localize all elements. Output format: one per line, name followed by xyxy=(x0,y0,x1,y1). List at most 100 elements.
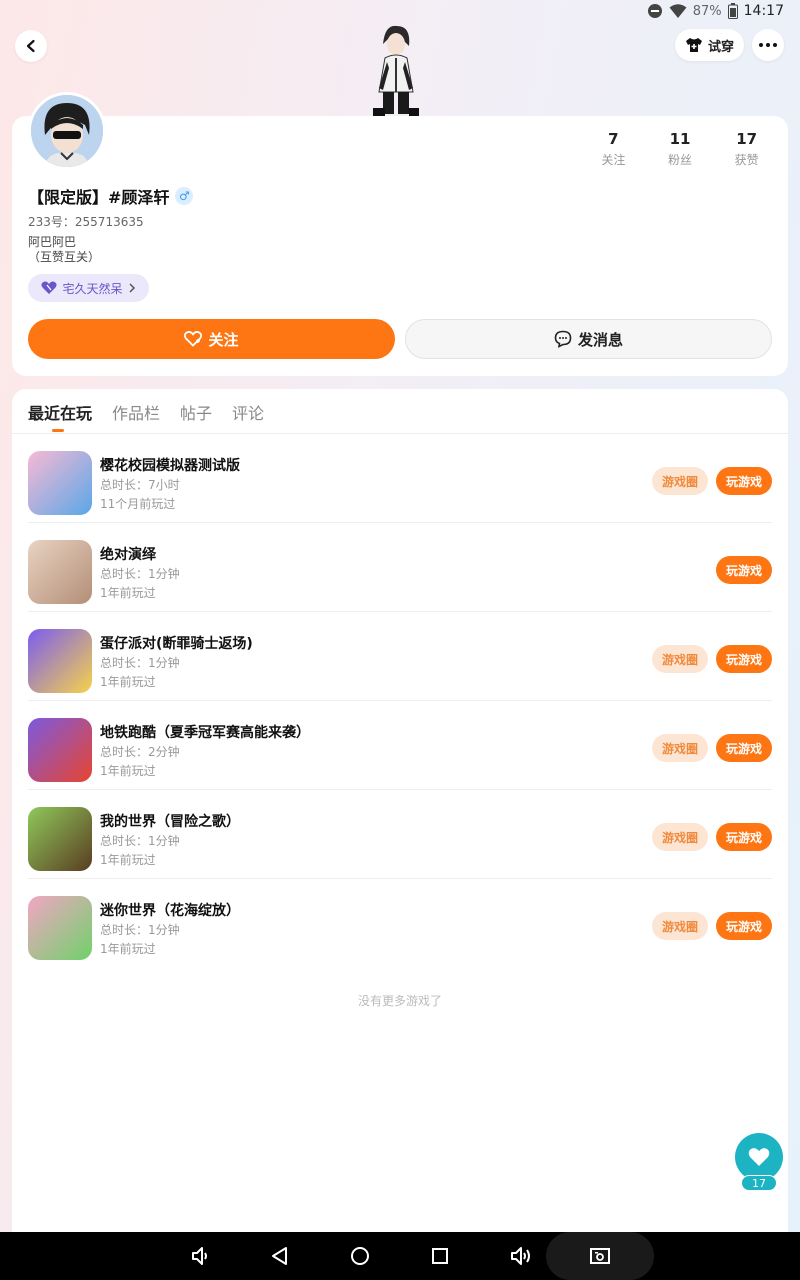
system-navigation-bar xyxy=(0,1232,800,1280)
play-game-button[interactable]: 玩游戏 xyxy=(716,556,772,584)
game-last-played: 1年前玩过 xyxy=(100,942,156,956)
play-game-button[interactable]: 玩游戏 xyxy=(716,645,772,673)
message-label: 发消息 xyxy=(577,330,623,349)
game-duration: 总时长：7小时 xyxy=(100,478,180,492)
send-message-button[interactable]: 发消息 xyxy=(405,319,772,359)
tab-works[interactable]: 作品栏 xyxy=(112,400,160,424)
square-recents-icon xyxy=(432,1248,448,1264)
stat-followers[interactable]: 11 粉丝 xyxy=(647,130,714,168)
user-id: 233号：255713635 xyxy=(28,215,144,229)
game-icon[interactable] xyxy=(28,451,92,515)
game-row[interactable]: 樱花校园模拟器测试版 总时长：7小时 11个月前玩过 游戏圈 玩游戏 xyxy=(28,434,772,523)
circle-home-icon xyxy=(351,1247,369,1265)
game-circle-button[interactable]: 游戏圈 xyxy=(652,912,708,940)
username: 【限定版】#顾泽轩 xyxy=(28,188,170,207)
try-on-button[interactable]: 试穿 xyxy=(675,29,744,61)
more-dots-icon xyxy=(759,43,777,47)
screenshot-icon xyxy=(590,1248,610,1264)
chevron-right-icon xyxy=(128,283,135,293)
volume-down-icon xyxy=(192,1247,207,1265)
game-name: 地铁跑酷（夏季冠军赛高能来袭） xyxy=(100,725,310,741)
active-tab-indicator xyxy=(52,429,64,432)
user-avatar-image xyxy=(31,95,103,167)
battery-percent: 87% xyxy=(692,3,722,19)
tab-posts[interactable]: 帖子 xyxy=(180,400,212,424)
follow-button[interactable]: 关注 xyxy=(28,319,395,359)
profile-tabs: 最近在玩 作品栏 帖子 评论 xyxy=(28,400,264,424)
stat-value: 17 xyxy=(736,130,758,148)
back-button[interactable] xyxy=(15,30,47,62)
play-game-button[interactable]: 玩游戏 xyxy=(716,734,772,762)
game-duration: 总时长：2分钟 xyxy=(100,745,180,759)
game-duration: 总时长：1分钟 xyxy=(100,656,180,670)
wifi-icon xyxy=(669,4,687,18)
stat-value: 11 xyxy=(669,130,691,148)
try-on-label: 试穿 xyxy=(707,39,734,55)
play-game-button[interactable]: 玩游戏 xyxy=(716,467,772,495)
stat-value: 7 xyxy=(608,130,619,148)
game-icon[interactable] xyxy=(28,807,92,871)
game-row[interactable]: 地铁跑酷（夏季冠军赛高能来袭） 总时长：2分钟 1年前玩过 游戏圈 玩游戏 xyxy=(28,701,772,790)
game-circle-button[interactable]: 游戏圈 xyxy=(652,467,708,495)
like-count-badge: 17 xyxy=(741,1175,777,1191)
game-name: 迷你世界（花海绽放） xyxy=(100,903,240,919)
recents-nav-button[interactable] xyxy=(428,1244,452,1268)
triangle-back-icon xyxy=(272,1247,287,1265)
stat-label: 获赞 xyxy=(734,153,759,167)
character-figure-icon xyxy=(373,25,419,116)
game-row[interactable]: 我的世界（冒险之歌） 总时长：1分钟 1年前玩过 游戏圈 玩游戏 xyxy=(28,790,772,879)
clock: 14:17 xyxy=(743,3,784,19)
game-icon[interactable] xyxy=(28,718,92,782)
no-more-games-note: 没有更多游戏了 xyxy=(357,994,442,1008)
game-last-played: 1年前玩过 xyxy=(100,675,156,689)
game-duration: 总时长：1分钟 xyxy=(100,567,180,581)
bio-line: 阿巴阿巴 xyxy=(28,235,77,249)
game-icon[interactable] xyxy=(28,540,92,604)
personality-tag-chip[interactable]: 宅久天然呆 xyxy=(28,274,149,302)
chevron-left-icon xyxy=(26,39,35,53)
game-name: 我的世界（冒险之歌） xyxy=(100,814,240,830)
home-nav-button[interactable] xyxy=(348,1244,372,1268)
game-circle-button[interactable]: 游戏圈 xyxy=(652,823,708,851)
heart-icon xyxy=(748,1148,770,1166)
do-not-disturb-icon xyxy=(647,4,662,18)
game-last-played: 1年前玩过 xyxy=(100,764,156,778)
game-name: 樱花校园模拟器测试版 xyxy=(100,458,240,474)
game-last-played: 11个月前玩过 xyxy=(100,497,176,511)
stat-likes[interactable]: 17 获赞 xyxy=(713,130,780,168)
game-name: 绝对演绎 xyxy=(100,547,156,563)
volume-down-button[interactable] xyxy=(189,1244,213,1268)
back-nav-button[interactable] xyxy=(268,1244,292,1268)
tab-comments[interactable]: 评论 xyxy=(232,400,264,424)
play-game-button[interactable]: 玩游戏 xyxy=(716,823,772,851)
tag-label: 宅久天然呆 xyxy=(62,281,123,296)
game-icon[interactable] xyxy=(28,896,92,960)
stat-label: 关注 xyxy=(601,153,626,167)
stat-label: 粉丝 xyxy=(668,153,693,167)
stat-following[interactable]: 7 关注 xyxy=(580,130,647,168)
bio-line: （互赞互关） xyxy=(28,250,101,264)
game-name: 蛋仔派对(断罪骑士返场) xyxy=(100,636,253,652)
game-row[interactable]: 绝对演绎总时长：1分钟 1年前玩过 玩游戏 xyxy=(28,523,772,612)
game-circle-button[interactable]: 游戏圈 xyxy=(652,734,708,762)
chat-bubble-icon xyxy=(554,330,572,348)
screenshot-button[interactable] xyxy=(588,1244,612,1268)
game-circle-button[interactable]: 游戏圈 xyxy=(652,645,708,673)
heart-icon xyxy=(41,281,58,294)
like-button[interactable] xyxy=(735,1133,783,1181)
game-icon[interactable] xyxy=(28,629,92,693)
user-bio: 阿巴阿巴 （互赞互关） xyxy=(28,235,100,265)
male-gender-icon: ♂ xyxy=(175,187,194,205)
game-row[interactable]: 蛋仔派对(断罪骑士返场) 总时长：1分钟 1年前玩过 游戏圈 玩游戏 xyxy=(28,612,772,701)
tab-recently-played[interactable]: 最近在玩 xyxy=(28,400,92,424)
follow-heart-icon xyxy=(184,331,203,347)
game-last-played: 1年前玩过 xyxy=(100,586,156,600)
follow-label: 关注 xyxy=(208,330,239,349)
game-row[interactable]: 迷你世界（花海绽放） 总时长：1分钟 1年前玩过 游戏圈 玩游戏 xyxy=(28,879,772,968)
volume-up-icon xyxy=(511,1247,530,1265)
play-game-button[interactable]: 玩游戏 xyxy=(716,912,772,940)
more-options-button[interactable] xyxy=(752,29,784,61)
avatar-character-figure[interactable] xyxy=(365,22,427,116)
volume-up-button[interactable] xyxy=(509,1244,533,1268)
avatar[interactable] xyxy=(28,92,106,170)
